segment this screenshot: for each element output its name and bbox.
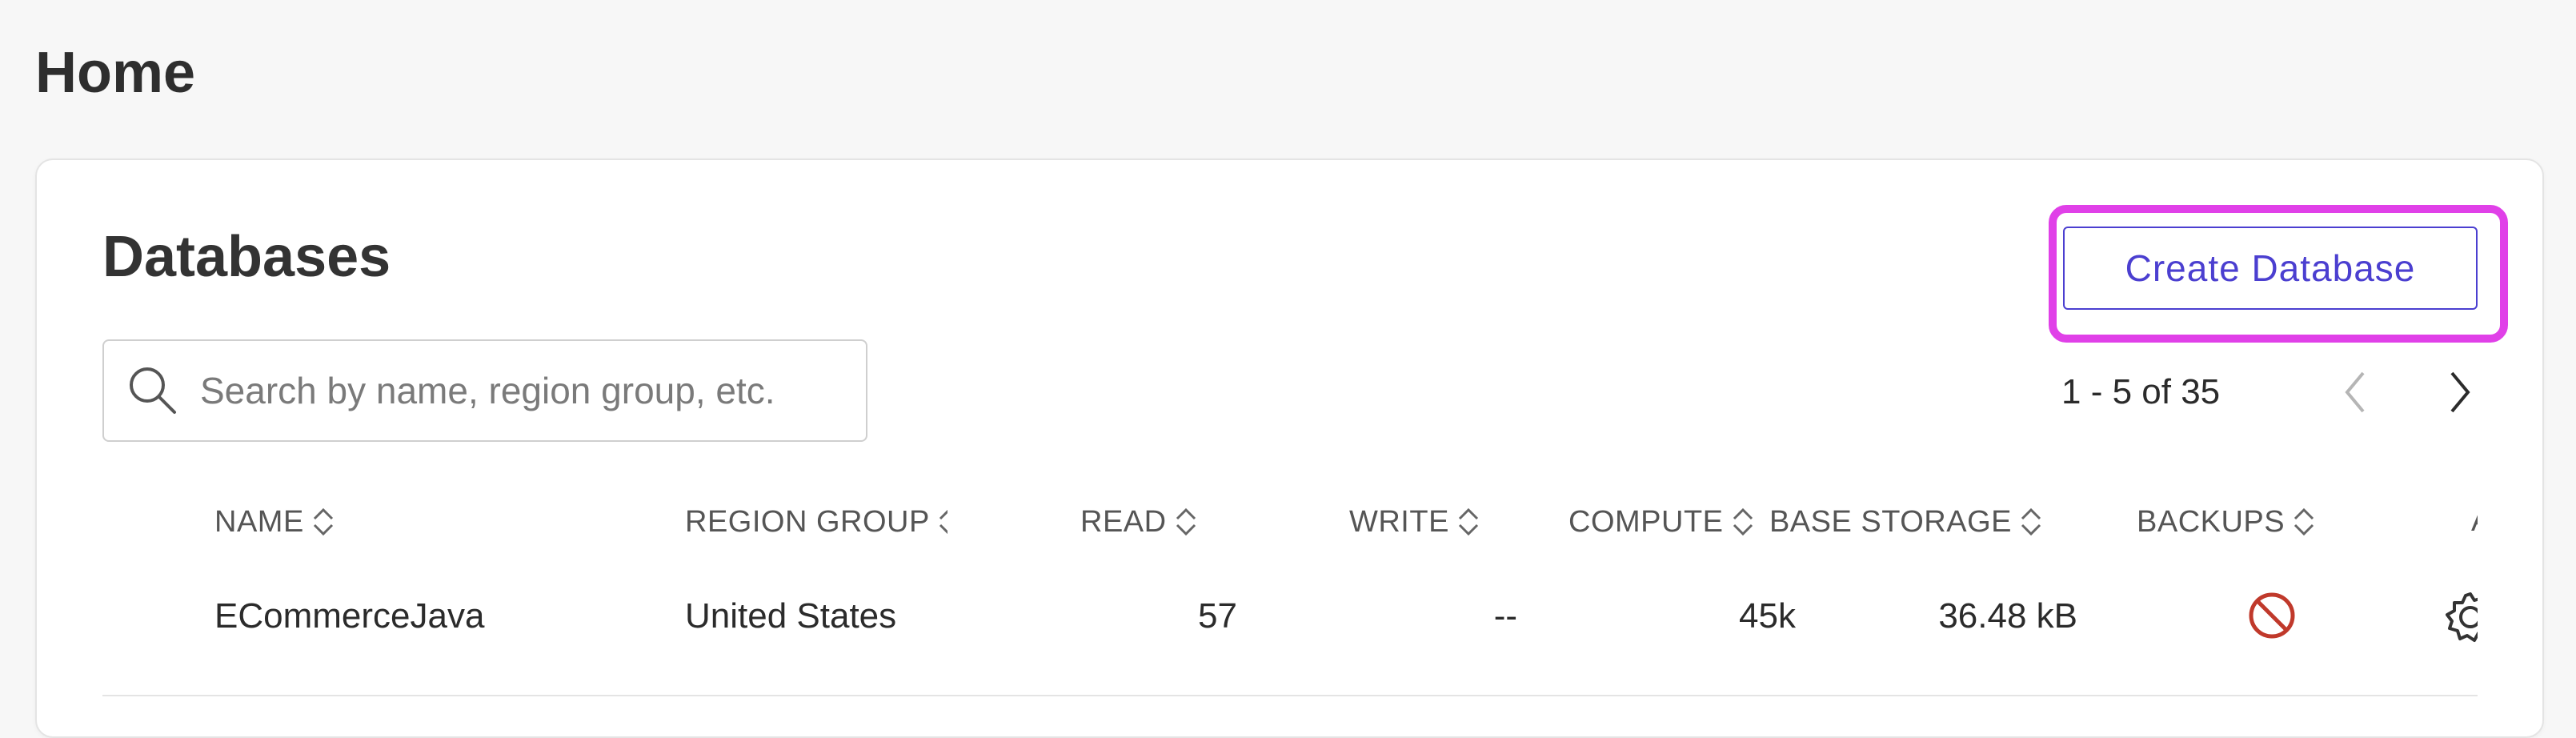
- chevron-right-icon: [2450, 371, 2470, 413]
- sort-icon: [1458, 507, 1478, 536]
- search-input[interactable]: [198, 368, 826, 413]
- databases-title: Databases: [102, 225, 391, 289]
- settings-button[interactable]: [2442, 589, 2478, 645]
- sort-icon: [313, 507, 333, 536]
- cell-write: --: [1493, 596, 1517, 636]
- previous-page-button[interactable]: [2327, 364, 2383, 420]
- sort-icon: [1176, 507, 1196, 536]
- sort-icon: [2294, 507, 2314, 536]
- no-backups-icon: [2249, 592, 2295, 639]
- pagination-range: 1 - 5 of 35: [2061, 372, 2221, 411]
- column-header-region-group[interactable]: REGION GROUP: [685, 506, 947, 538]
- sort-icon: [939, 509, 947, 535]
- column-header-backups[interactable]: BACKUPS: [2137, 506, 2317, 538]
- chevron-left-icon: [2345, 371, 2365, 413]
- column-header-name[interactable]: NAME: [214, 506, 336, 538]
- sort-icon: [2021, 507, 2041, 536]
- column-header-actions: ACTIONS: [2471, 506, 2478, 536]
- cell-name[interactable]: ECommerceJava: [214, 599, 484, 634]
- column-header-write[interactable]: WRITE: [1349, 506, 1481, 538]
- gear-icon: [2446, 592, 2478, 642]
- cell-read: 57: [1198, 596, 1237, 636]
- column-header-compute[interactable]: COMPUTE: [1568, 506, 1756, 538]
- next-page-button[interactable]: [2432, 364, 2488, 420]
- page-title: Home: [35, 41, 196, 105]
- column-header-read[interactable]: READ: [1080, 506, 1199, 538]
- search-icon: [130, 367, 176, 414]
- cell-region-group: United States: [685, 596, 897, 636]
- sort-icon: [1733, 507, 1753, 536]
- databases-card: Databases Create Database 1 - 5 of 35 NA…: [35, 158, 2544, 738]
- create-database-button[interactable]: Create Database: [2063, 227, 2478, 310]
- cell-compute: 45k: [1739, 596, 1796, 636]
- cell-database-storage: 36.48 kB: [1938, 596, 2077, 636]
- search-field[interactable]: [102, 339, 867, 442]
- column-header-database-storage[interactable]: DATABASE STORAGE: [1772, 506, 2044, 538]
